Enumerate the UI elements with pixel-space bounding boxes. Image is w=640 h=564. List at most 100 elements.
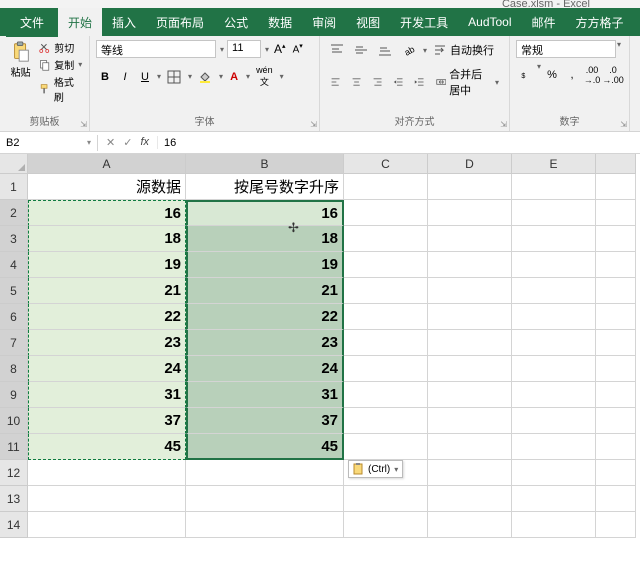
tab-insert[interactable]: 插入 [102, 8, 146, 37]
cell[interactable] [186, 512, 344, 538]
tab-developer[interactable]: 开发工具 [390, 8, 458, 37]
row-header[interactable]: 5 [0, 278, 28, 304]
number-dialog-launcher[interactable]: ⇲ [620, 120, 627, 129]
cell[interactable] [344, 252, 428, 278]
cell[interactable] [428, 408, 512, 434]
cell[interactable] [428, 434, 512, 460]
cell[interactable] [428, 512, 512, 538]
row-header[interactable]: 9 [0, 382, 28, 408]
cell[interactable] [428, 460, 512, 486]
font-name-combo[interactable]: 等线 [96, 40, 216, 58]
format-painter-button[interactable]: 格式刷 [39, 74, 83, 104]
tab-ffgz[interactable]: 方方格子 [566, 8, 634, 37]
cell[interactable]: 源数据 [28, 174, 186, 200]
paste-button[interactable]: 粘贴 [6, 40, 35, 104]
cell[interactable] [428, 200, 512, 226]
cell[interactable] [344, 356, 428, 382]
decrease-indent-button[interactable] [389, 72, 408, 92]
increase-font-button[interactable]: A▴ [272, 42, 288, 56]
tab-view[interactable]: 视图 [346, 8, 390, 37]
row-header[interactable]: 14 [0, 512, 28, 538]
cell[interactable] [596, 278, 636, 304]
cell[interactable]: 45 [186, 434, 344, 460]
col-header-A[interactable]: A [28, 154, 186, 174]
row-header[interactable]: 3 [0, 226, 28, 252]
tab-audtool[interactable]: AudTool [458, 9, 521, 35]
cell[interactable] [344, 512, 428, 538]
tab-home[interactable]: 开始 [58, 8, 102, 37]
chevron-down-icon[interactable]: ▾ [87, 138, 91, 147]
cell[interactable]: 21 [186, 278, 344, 304]
cell[interactable] [596, 512, 636, 538]
col-header-E[interactable]: E [512, 154, 596, 174]
col-header-extra[interactable] [596, 154, 636, 174]
row-header[interactable]: 1 [0, 174, 28, 200]
name-box[interactable]: B2 ▾ [0, 135, 98, 151]
comma-button[interactable]: , [563, 62, 581, 88]
select-all-corner[interactable] [0, 154, 28, 174]
align-left-button[interactable] [326, 72, 345, 92]
cell[interactable] [512, 382, 596, 408]
row-header[interactable]: 7 [0, 330, 28, 356]
cell[interactable] [428, 356, 512, 382]
tab-formulas[interactable]: 公式 [214, 8, 258, 37]
font-dialog-launcher[interactable]: ⇲ [310, 120, 317, 129]
bold-button[interactable]: B [96, 68, 114, 86]
fill-color-button[interactable] [194, 67, 216, 87]
copy-button[interactable]: 复制▾ [39, 57, 83, 72]
cell[interactable] [28, 486, 186, 512]
col-header-C[interactable]: C [344, 154, 428, 174]
align-top-button[interactable] [326, 40, 348, 60]
tab-review[interactable]: 审阅 [302, 8, 346, 37]
font-color-button[interactable]: A [225, 68, 243, 86]
cell[interactable]: 31 [28, 382, 186, 408]
cell[interactable] [428, 278, 512, 304]
cell[interactable]: 16 [186, 200, 344, 226]
row-header[interactable]: 10 [0, 408, 28, 434]
cell[interactable] [512, 200, 596, 226]
row-header[interactable]: 12 [0, 460, 28, 486]
cell[interactable] [428, 486, 512, 512]
cut-button[interactable]: 剪切 [39, 40, 83, 55]
cell[interactable] [596, 486, 636, 512]
cell[interactable] [428, 174, 512, 200]
align-middle-button[interactable] [350, 40, 372, 60]
cell[interactable]: 23 [28, 330, 186, 356]
borders-button[interactable] [163, 67, 185, 87]
cell[interactable] [344, 278, 428, 304]
alignment-dialog-launcher[interactable]: ⇲ [500, 120, 507, 129]
worksheet-grid[interactable]: A B C D E 1 源数据 按尾号数字升序 21616 31818 4191… [0, 154, 640, 538]
increase-decimal-button[interactable]: .00→.0 [583, 62, 601, 88]
formula-bar[interactable]: 16 [158, 135, 640, 151]
row-header[interactable]: 2 [0, 200, 28, 226]
cell[interactable]: 19 [186, 252, 344, 278]
cell[interactable] [428, 330, 512, 356]
tab-data[interactable]: 数据 [258, 8, 302, 37]
cell[interactable]: 37 [186, 408, 344, 434]
cell[interactable]: 18 [28, 226, 186, 252]
cell[interactable] [344, 304, 428, 330]
cell[interactable] [28, 512, 186, 538]
cell[interactable] [344, 434, 428, 460]
cell[interactable] [512, 486, 596, 512]
cell[interactable] [512, 252, 596, 278]
cell[interactable]: 18 [186, 226, 344, 252]
cell[interactable] [512, 460, 596, 486]
cell[interactable] [344, 486, 428, 512]
cell[interactable] [512, 408, 596, 434]
cell[interactable] [428, 252, 512, 278]
wrap-text-button[interactable]: 自动换行 [429, 40, 498, 60]
cell[interactable] [512, 434, 596, 460]
paste-options-smarttag[interactable]: (Ctrl)▾ [348, 460, 403, 478]
decrease-decimal-button[interactable]: .0→.00 [603, 62, 623, 88]
orientation-button[interactable]: ab [398, 40, 420, 60]
cell[interactable] [596, 330, 636, 356]
cell[interactable]: 19 [28, 252, 186, 278]
cell[interactable] [512, 356, 596, 382]
merge-center-button[interactable]: 合并后居中▾ [432, 64, 503, 100]
cell[interactable]: 31 [186, 382, 344, 408]
align-right-button[interactable] [368, 72, 387, 92]
cell[interactable]: 22 [28, 304, 186, 330]
tab-mail[interactable]: 邮件 [522, 8, 566, 37]
increase-indent-button[interactable] [410, 72, 429, 92]
